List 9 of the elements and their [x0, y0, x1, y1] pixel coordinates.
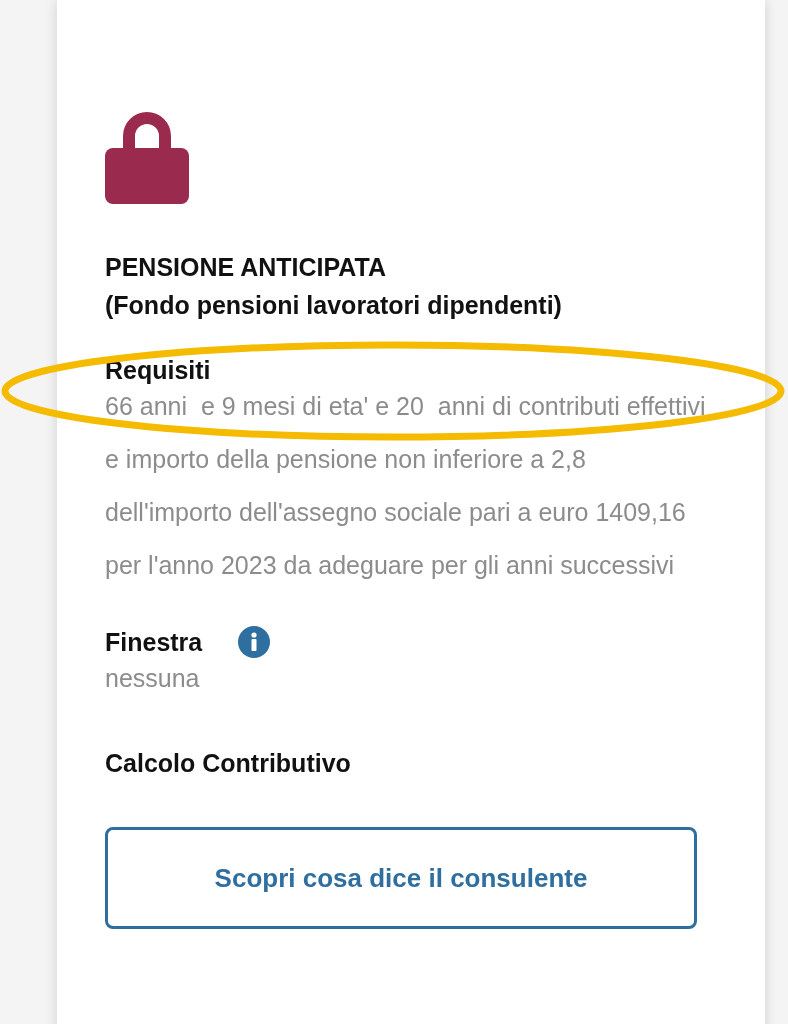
card-title: PENSIONE ANTICIPATA — [105, 252, 388, 283]
section-value: 66 anni e 9 mesi di eta' e 20 anni di contributi effettivi e importo della pensione non inferiore a 2,8 dell'importo dell'assegno sociale pari a euro 1409,16 per l'anno 2023 da adeguare per gli anni successivi — [105, 391, 707, 581]
section-label: Requisiti — [105, 355, 211, 386]
section-value: nessuna — [105, 663, 201, 694]
info-icon[interactable] — [238, 626, 271, 658]
section-heading: Calcolo Contributivo — [105, 748, 351, 779]
section-label: Finestra — [105, 627, 203, 658]
card-subtitle: (Fondo pensioni lavoratori dipendenti) — [105, 290, 563, 321]
consultant-button[interactable]: Scopri cosa dice il consulente — [105, 827, 697, 929]
